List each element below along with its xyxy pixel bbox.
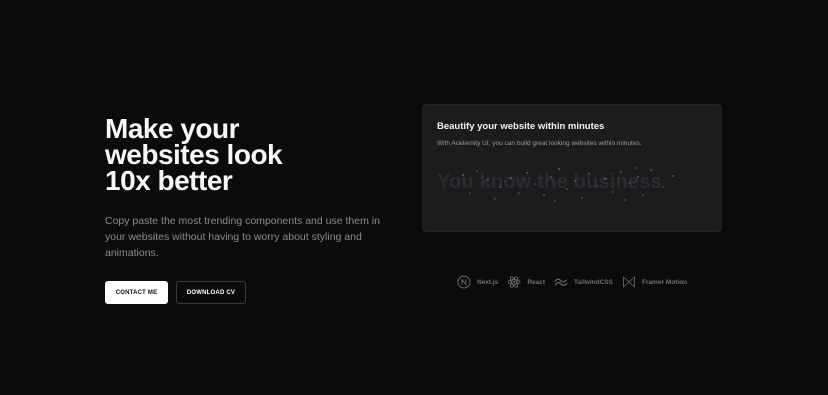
tech-label: TailwindCSS — [574, 278, 613, 286]
tech-label: Framer Motion — [641, 278, 688, 286]
hero-title-line: 10x better — [105, 165, 233, 196]
download-cv-button[interactable]: DOWNLOAD CV — [176, 281, 246, 304]
tech-item-react: React — [507, 275, 545, 289]
tech-label: Next.js — [477, 278, 499, 286]
hero-section: Make your websites look 10x better Copy … — [105, 115, 395, 304]
vanish-text-effect: You know the business — [437, 165, 707, 205]
framer-motion-icon — [622, 275, 636, 289]
card-title: Beautify your website within minutes — [437, 121, 605, 132]
tech-stack-row: Next.js React TailwindCSS Framer Motion — [457, 275, 687, 289]
page: Make your websites look 10x better Copy … — [0, 0, 828, 395]
particle-effect — [462, 167, 674, 202]
contact-me-button[interactable]: CONTACT ME — [105, 281, 168, 304]
tech-item-framer-motion: Framer Motion — [622, 275, 687, 289]
react-icon — [507, 275, 521, 289]
tech-item-nextjs: Next.js — [457, 275, 498, 289]
cta-row: CONTACT ME DOWNLOAD CV — [105, 281, 395, 304]
tailwind-icon — [554, 275, 568, 289]
hero-title: Make your websites look 10x better — [105, 115, 395, 196]
hero-subtitle: Copy paste the most trending components … — [105, 215, 380, 259]
nextjs-icon — [457, 275, 471, 289]
tech-label: React — [527, 278, 546, 286]
feature-card: Beautify your website within minutes Wit… — [422, 104, 722, 232]
card-description: With Aceternity UI, you can build great … — [437, 140, 642, 147]
tech-item-tailwind: TailwindCSS — [554, 275, 613, 289]
